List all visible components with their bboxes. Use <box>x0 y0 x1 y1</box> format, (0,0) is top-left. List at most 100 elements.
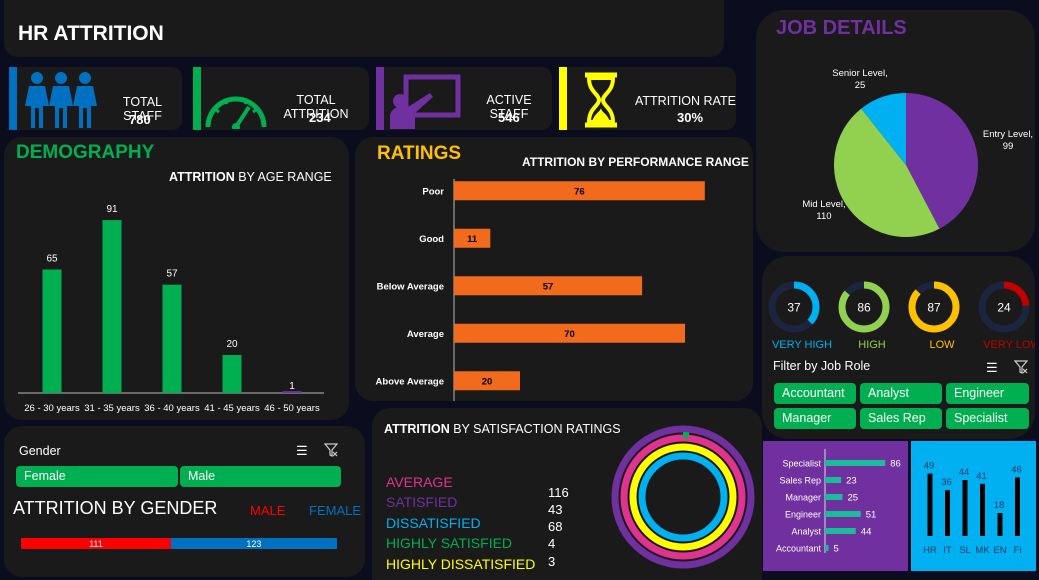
people-icon <box>25 72 97 128</box>
presenter-icon <box>390 74 461 129</box>
job-details-panel: JOB DETAILS Entry Level, 99 Mid Level, 110 S… <box>756 10 1035 252</box>
data-label: 123 <box>246 539 261 549</box>
ratings-panel: RATINGS ATTRITION BY PERFORMANCE RANGE 7… <box>355 137 753 401</box>
gender-panel: Gender ☰ Female Male ATTRITION BY GENDER… <box>4 426 365 577</box>
y-tick-label: Above Average <box>376 376 444 387</box>
y-tick-label: Specialist <box>782 459 821 469</box>
data-label: 70 <box>564 329 575 340</box>
bar <box>222 355 242 393</box>
data-label: 36 <box>941 477 952 488</box>
clear-filter-icon[interactable] <box>1014 360 1028 374</box>
x-tick-label: 26 - 30 years <box>24 403 80 414</box>
bar <box>162 284 182 393</box>
y-tick-label: Average <box>407 329 444 340</box>
bar <box>1015 477 1020 536</box>
bar <box>945 490 950 536</box>
data-label: 11 <box>467 234 478 245</box>
data-label: 25 <box>848 493 859 504</box>
y-tick-label: Sales Rep <box>779 476 821 486</box>
job-role-panel: 86 Specialist 23 Sales Rep 25 Manager 51 Engine… <box>763 441 908 571</box>
x-tick-label: HR <box>923 545 937 556</box>
job-filter-engineer[interactable]: Engineer <box>946 383 1029 404</box>
x-tick-label: 31 - 35 years <box>84 403 140 414</box>
data-label: 44 <box>861 527 872 538</box>
kpi-total-attrition: TOTAL ATTRITION 234 <box>193 67 369 130</box>
bar <box>825 460 886 466</box>
job-role-bar-chart: 86 Specialist 23 Sales Rep 25 Manager 51 Engine… <box>776 449 901 555</box>
pie-label: Entry Level, 99 <box>983 129 1033 152</box>
y-tick-label: Good <box>419 234 444 245</box>
data-label: 91 <box>106 204 118 215</box>
gauge-value: 86 <box>857 301 871 315</box>
data-label: 111 <box>89 539 103 549</box>
gauge-label: HIGH <box>858 339 886 351</box>
kpi-accent-bar <box>376 67 384 130</box>
title-panel: HR ATTRITION <box>4 0 724 57</box>
gauge-label: LOW <box>929 339 955 351</box>
data-label: 86 <box>890 459 901 470</box>
data-label: 57 <box>543 281 554 292</box>
kpi-accent-bar <box>559 67 567 130</box>
performance-chart: 76 Poor 11 Good 57 Below Average 70 Average 20 Ab… <box>376 179 705 401</box>
x-tick-label: 36 - 40 years <box>144 403 200 414</box>
job-filter-analyst[interactable]: Analyst <box>860 383 942 404</box>
bar <box>825 545 829 551</box>
gauge-value: 37 <box>787 301 801 315</box>
data-label: 49 <box>924 461 935 472</box>
y-tick-label: Poor <box>422 186 444 197</box>
kpi-total-staff: TOTAL STAFF 780 <box>9 67 182 130</box>
multi-select-icon[interactable]: ☰ <box>986 360 998 376</box>
kpi-value: 546 <box>498 110 520 125</box>
pie-label: Senior Level, 25 <box>832 68 887 91</box>
y-tick-label: Manager <box>785 493 821 503</box>
data-label: 41 <box>976 471 987 482</box>
job-filter-accountant[interactable]: Accountant <box>774 383 856 404</box>
hourglass-icon <box>585 72 617 128</box>
x-tick-label: 46 - 50 years <box>264 403 320 414</box>
gauge-label: VERY HIGH <box>772 339 832 351</box>
age-chart: 65 26 - 30 years 91 31 - 35 years 57 36 - 40 … <box>18 204 324 414</box>
data-label: 18 <box>994 500 1005 511</box>
job-filter-sales-rep[interactable]: Sales Rep <box>860 408 942 429</box>
gauge-label: VERY LOW <box>983 339 1035 351</box>
data-label: 76 <box>574 186 585 197</box>
bar <box>980 483 985 536</box>
x-tick-label: EN <box>993 545 1006 556</box>
kpi-active-staff: ACTIVE STAFF 546 <box>376 67 552 130</box>
data-label: 20 <box>482 376 493 387</box>
bar <box>825 528 856 534</box>
department-panel: 49 HR 36 IT 44 SL 41 MK 18 EN 46 Fi <box>911 441 1036 571</box>
donut-ring <box>629 443 737 551</box>
gauges: 37 VERY HIGH 86 HIGH 87 LOW 24 VERY LOW <box>768 281 1035 351</box>
data-label: 23 <box>846 476 857 487</box>
data-label: 20 <box>226 339 238 350</box>
y-tick-label: Engineer <box>785 510 821 520</box>
data-label: 65 <box>46 254 58 265</box>
kpi-value: 780 <box>129 112 151 127</box>
kpi-value: 234 <box>309 110 331 125</box>
bar <box>42 269 62 393</box>
bar <box>825 477 842 483</box>
gauge-value: 24 <box>997 301 1011 315</box>
kpi-attrition-rate: ATTRITION RATE 30% <box>559 67 736 130</box>
donut-ring <box>638 452 728 542</box>
bar <box>825 511 861 517</box>
data-label: 44 <box>959 467 970 478</box>
data-label: 1 <box>289 381 295 392</box>
gauge-icon <box>205 96 267 129</box>
bar <box>102 220 122 393</box>
satisfaction-donut-chart <box>611 425 755 569</box>
satisfaction-panel: ATTRITION BY SATISFACTION RATINGS AVERAG… <box>372 408 762 580</box>
bar <box>927 473 933 536</box>
demography-panel: DEMOGRAPHY ATTRITION BY AGE RANGE 65 26 -… <box>4 137 349 420</box>
job-filter-specialist[interactable]: Specialist <box>946 408 1029 429</box>
x-tick-label: SL <box>959 545 971 556</box>
kpi-label: ATTRITION RATE <box>635 94 736 108</box>
job-filter-manager[interactable]: Manager <box>774 408 856 429</box>
y-tick-label: Accountant <box>776 544 822 554</box>
kpi-value: 30% <box>677 110 704 125</box>
department-bar-chart: 49 HR 36 IT 44 SL 41 MK 18 EN 46 Fi <box>923 461 1022 556</box>
data-label: 46 <box>1011 464 1022 475</box>
data-label: 57 <box>166 269 178 280</box>
job-level-pie-chart: Entry Level, 99 Mid Level, 110 Senior Level,… <box>802 68 1033 238</box>
